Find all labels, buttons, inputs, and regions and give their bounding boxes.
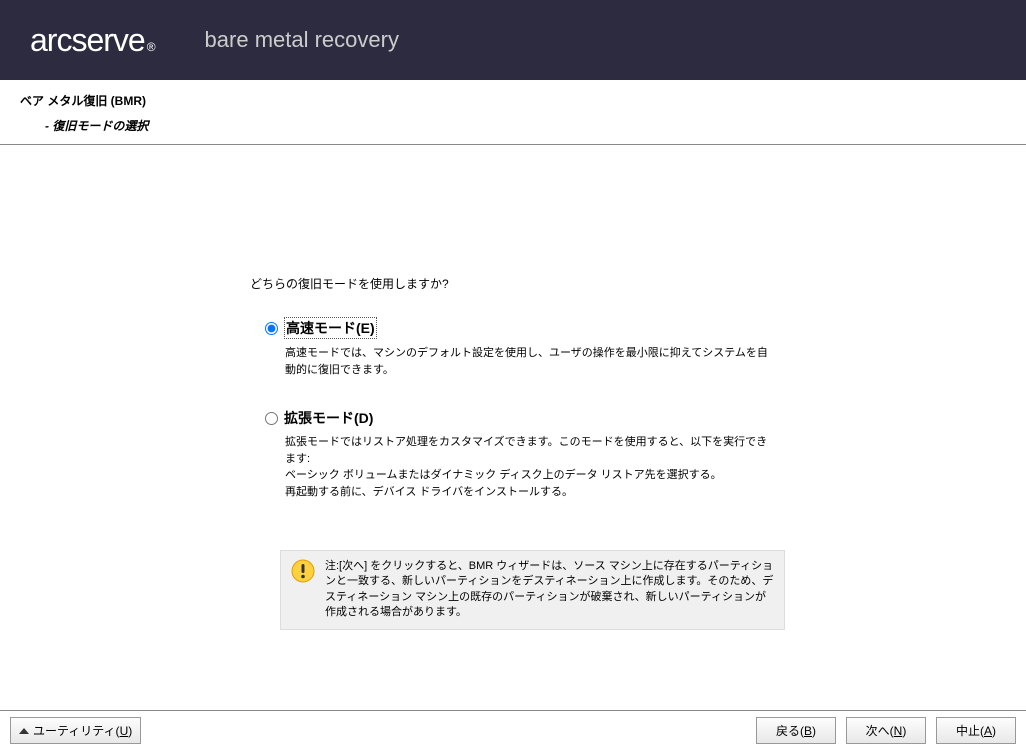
header-bar: arcserve ® bare metal recovery — [0, 0, 1026, 80]
logo: arcserve ® — [30, 22, 155, 59]
back-button[interactable]: 戻る(B) — [756, 717, 836, 744]
question-text: どちらの復旧モードを使用しますか? — [250, 275, 1026, 292]
app-subtitle: bare metal recovery — [205, 27, 399, 53]
breadcrumb-title: ベア メタル復旧 (BMR) — [0, 80, 1026, 117]
radio-express[interactable] — [265, 322, 278, 335]
logo-text: arcserve — [30, 22, 145, 59]
abort-button[interactable]: 中止(A) — [936, 717, 1016, 744]
footer: ユーティリティ(U) 戻る(B) 次へ(N) 中止(A) — [0, 710, 1026, 750]
next-button[interactable]: 次へ(N) — [846, 717, 926, 744]
note-text: 注:[次へ] をクリックすると、BMR ウィザードは、ソース マシン上に存在する… — [325, 559, 774, 621]
breadcrumb-sub: - 復旧モードの選択 — [0, 117, 1026, 144]
radio-advanced[interactable] — [265, 412, 278, 425]
option-advanced-label[interactable]: 拡張モード(D) — [284, 408, 373, 428]
option-group: 高速モード(E) 高速モードでは、マシンのデフォルト設定を使用し、ユーザの操作を… — [265, 317, 1026, 630]
option-express: 高速モード(E) 高速モードでは、マシンのデフォルト設定を使用し、ユーザの操作を… — [265, 317, 1026, 378]
option-express-desc: 高速モードでは、マシンのデフォルト設定を使用し、ユーザの操作を最小限に抑えてシス… — [285, 345, 775, 378]
option-advanced: 拡張モード(D) 拡張モードではリストア処理をカスタマイズできます。このモードを… — [265, 408, 1026, 500]
option-express-label[interactable]: 高速モード(E) — [284, 317, 377, 339]
note-box: 注:[次へ] をクリックすると、BMR ウィザードは、ソース マシン上に存在する… — [280, 550, 785, 630]
registered-mark: ® — [147, 40, 155, 54]
option-advanced-desc: 拡張モードではリストア処理をカスタマイズできます。このモードを使用すると、以下を… — [285, 434, 775, 500]
main-content: どちらの復旧モードを使用しますか? 高速モード(E) 高速モードでは、マシンのデ… — [0, 145, 1026, 630]
warning-icon — [291, 559, 315, 583]
utility-button[interactable]: ユーティリティ(U) — [10, 717, 141, 744]
chevron-up-icon — [19, 728, 29, 734]
